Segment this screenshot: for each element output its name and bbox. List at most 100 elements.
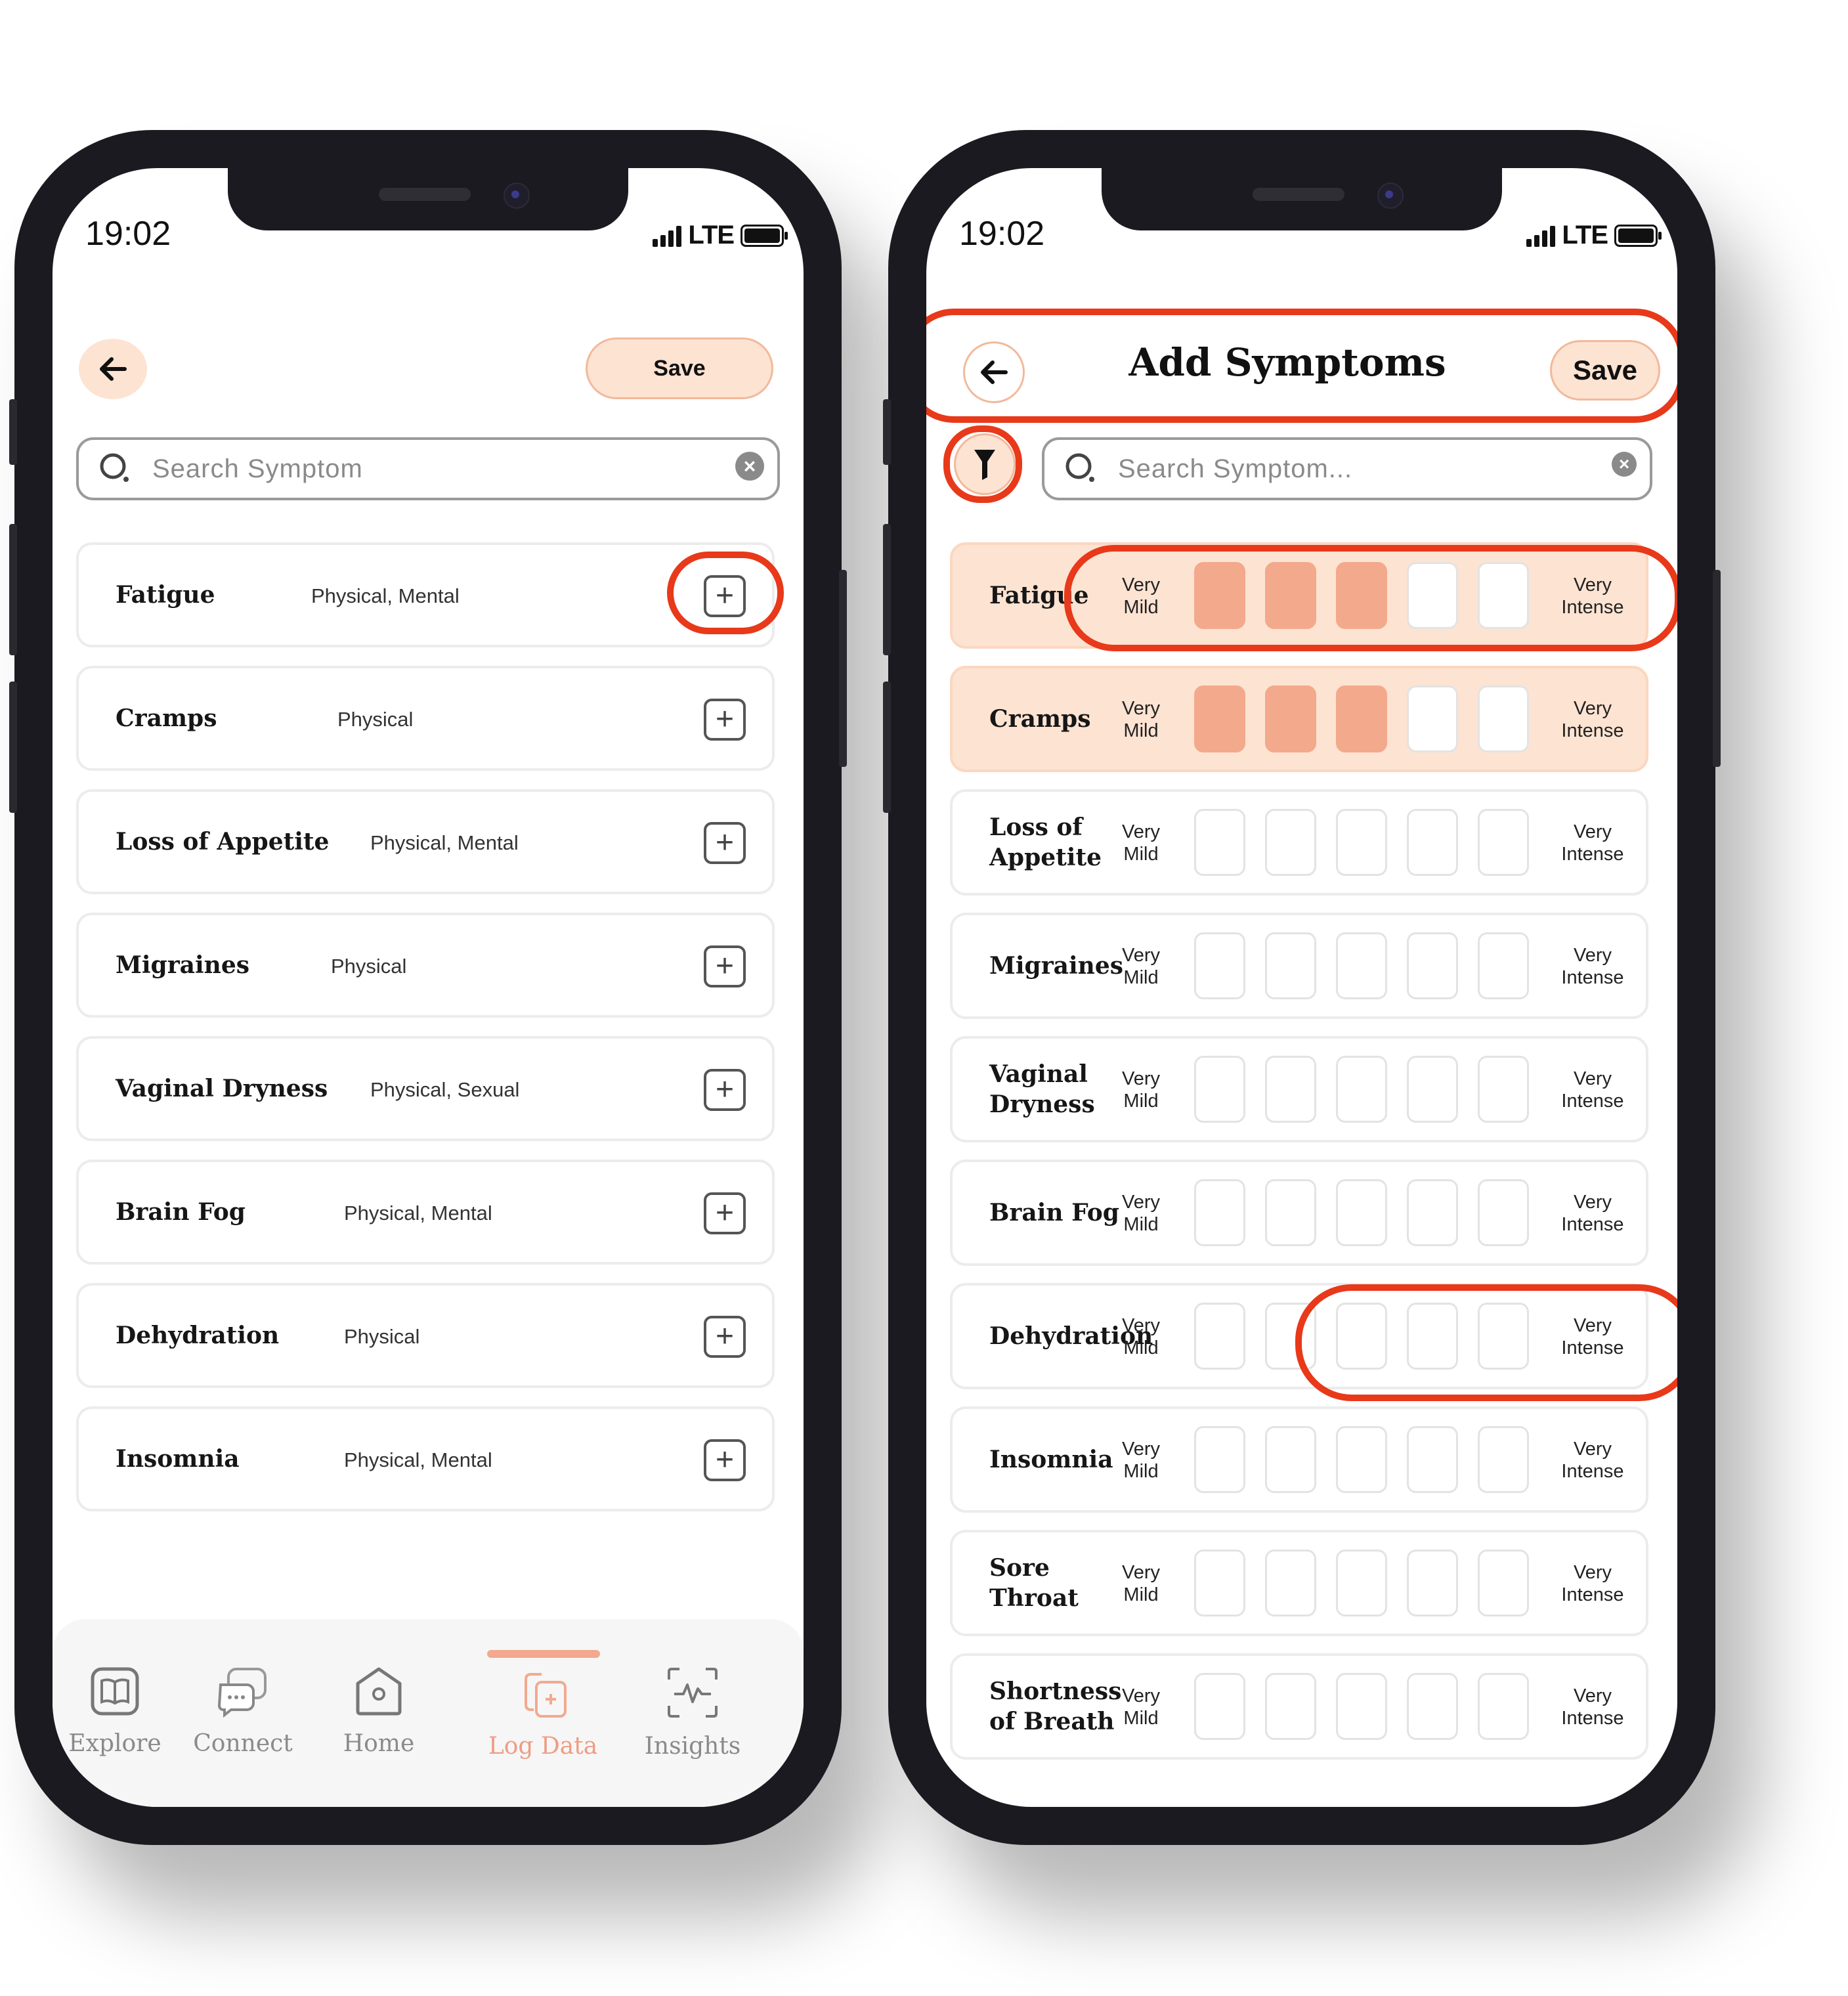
highlight-ring-filter	[943, 425, 1022, 503]
symptom-name: Brain Fog	[116, 1198, 246, 1226]
severity-level-box[interactable]	[1265, 809, 1316, 876]
severity-level-box[interactable]	[1407, 809, 1458, 876]
severity-level-box[interactable]	[1478, 1673, 1529, 1740]
add-symptom-button[interactable]: +	[704, 1069, 746, 1111]
severity-level-box[interactable]	[1265, 1550, 1316, 1616]
severity-level-box[interactable]	[1407, 1056, 1458, 1123]
severity-level-box[interactable]	[1336, 1673, 1387, 1740]
severity-card: Cramps Very Mild Very Intense	[950, 666, 1648, 772]
screen-right: 19:02 LTE Add Symptoms Save Search Sympt…	[926, 168, 1677, 1807]
nav-log-data[interactable]: Log Data	[487, 1665, 599, 1760]
add-symptom-button[interactable]: +	[704, 1192, 746, 1234]
severity-level-box[interactable]	[1478, 1179, 1529, 1246]
back-button[interactable]	[79, 339, 147, 399]
symptom-card[interactable]: Dehydration Physical +	[76, 1283, 775, 1388]
symptom-category: Physical	[337, 708, 414, 731]
severity-level-box[interactable]	[1336, 1179, 1387, 1246]
symptom-card[interactable]: Loss of Appetite Physical, Mental +	[76, 789, 775, 894]
scale-min-label: Very Mild	[1121, 1439, 1161, 1482]
log-data-icon	[525, 1673, 567, 1718]
severity-level-box[interactable]	[1336, 1550, 1387, 1616]
symptom-card[interactable]: Migraines Physical +	[76, 913, 775, 1018]
severity-level-box[interactable]	[1265, 1426, 1316, 1493]
symptom-name: Cramps	[116, 705, 217, 732]
severity-level-box[interactable]	[1407, 1673, 1458, 1740]
clear-search-icon[interactable]: ×	[1612, 452, 1637, 477]
severity-level-box[interactable]	[1407, 932, 1458, 999]
nav-connect[interactable]: Connect	[187, 1665, 299, 1757]
severity-level-box[interactable]	[1265, 932, 1316, 999]
severity-level-box[interactable]	[1194, 1179, 1245, 1246]
severity-card: Shortness of Breath Very Mild Very Intense	[950, 1653, 1648, 1760]
nav-home[interactable]: Home	[323, 1665, 435, 1757]
severity-level-box[interactable]	[1407, 1550, 1458, 1616]
symptom-card[interactable]: Cramps Physical +	[76, 666, 775, 771]
status-time: 19:02	[85, 215, 171, 253]
home-icon	[356, 1667, 402, 1716]
severity-level-box[interactable]	[1478, 932, 1529, 999]
severity-card: Migraines Very Mild Very Intense	[950, 913, 1648, 1019]
signal-icon	[653, 225, 682, 247]
severity-level-box[interactable]	[1265, 1673, 1316, 1740]
add-symptom-button[interactable]: +	[704, 1439, 746, 1481]
severity-level-box[interactable]	[1478, 1426, 1529, 1493]
symptom-card[interactable]: Vaginal Dryness Physical, Sexual +	[76, 1036, 775, 1141]
symptom-name: Vaginal Dryness	[116, 1075, 328, 1102]
severity-level-box[interactable]	[1194, 685, 1245, 752]
severity-level-box[interactable]	[1194, 1550, 1245, 1616]
nav-explore[interactable]: Explore	[59, 1665, 171, 1757]
add-symptom-button[interactable]: +	[704, 822, 746, 864]
severity-card: Loss of Appetite Very Mild Very Intense	[950, 789, 1648, 896]
add-symptom-button[interactable]: +	[704, 945, 746, 987]
severity-level-box[interactable]	[1407, 685, 1458, 752]
severity-level-box[interactable]	[1194, 1673, 1245, 1740]
severity-level-box[interactable]	[1336, 932, 1387, 999]
severity-level-box[interactable]	[1265, 685, 1316, 752]
scale-max-label: Very Intense	[1561, 698, 1624, 741]
symptom-category: Physical, Sexual	[370, 1078, 520, 1101]
severity-level-box[interactable]	[1194, 809, 1245, 876]
power-button	[1713, 570, 1721, 767]
scale-min-label: Very Mild	[1121, 945, 1161, 988]
scale-min-label: Very Mild	[1121, 1315, 1161, 1358]
symptom-card[interactable]: Insomnia Physical, Mental +	[76, 1406, 775, 1511]
severity-level-box[interactable]	[1407, 1426, 1458, 1493]
severity-level-box[interactable]	[1336, 1426, 1387, 1493]
highlight-ring-dehydration	[1295, 1284, 1677, 1401]
severity-level-box[interactable]	[1336, 685, 1387, 752]
severity-level-box[interactable]	[1194, 1426, 1245, 1493]
chat-icon	[217, 1668, 267, 1718]
mute-switch	[883, 399, 891, 465]
clear-search-icon[interactable]: ×	[735, 452, 764, 481]
severity-level-box[interactable]	[1336, 809, 1387, 876]
severity-card: Vaginal Dryness Very Mild Very Intense	[950, 1036, 1648, 1142]
add-symptom-button[interactable]: +	[704, 1316, 746, 1358]
severity-level-box[interactable]	[1336, 1056, 1387, 1123]
symptom-name: Loss of Appetite	[116, 828, 330, 856]
nav-label-home: Home	[343, 1730, 415, 1757]
save-button[interactable]: Save	[586, 337, 773, 399]
add-symptom-button[interactable]: +	[704, 699, 746, 741]
severity-level-box[interactable]	[1265, 1179, 1316, 1246]
severity-level-box[interactable]	[1194, 1303, 1245, 1370]
severity-level-box[interactable]	[1407, 1179, 1458, 1246]
phone-left: 19:02 LTE Save Search Symptom × Fatigue P…	[9, 130, 847, 1845]
search-input[interactable]: Search Symptom... ×	[1042, 437, 1652, 500]
severity-level-box[interactable]	[1265, 1056, 1316, 1123]
nav-label-log-data: Log Data	[488, 1733, 598, 1760]
search-input[interactable]: Search Symptom ×	[76, 437, 780, 500]
nav-insights[interactable]: Insights	[637, 1665, 748, 1760]
scale-min-label: Very Mild	[1121, 1192, 1161, 1235]
symptom-category: Physical, Mental	[344, 1448, 492, 1471]
severity-level-box[interactable]	[1478, 1550, 1529, 1616]
severity-level-box[interactable]	[1478, 685, 1529, 752]
severity-level-box[interactable]	[1194, 1056, 1245, 1123]
severity-level-box[interactable]	[1478, 1056, 1529, 1123]
book-icon	[91, 1667, 139, 1716]
severity-level-box[interactable]	[1194, 932, 1245, 999]
symptom-card[interactable]: Brain Fog Physical, Mental +	[76, 1160, 775, 1265]
severity-level-box[interactable]	[1478, 809, 1529, 876]
battery-icon	[1614, 224, 1662, 247]
scale-max-label: Very Intense	[1561, 945, 1624, 988]
screen-left: 19:02 LTE Save Search Symptom × Fatigue P…	[53, 168, 804, 1807]
